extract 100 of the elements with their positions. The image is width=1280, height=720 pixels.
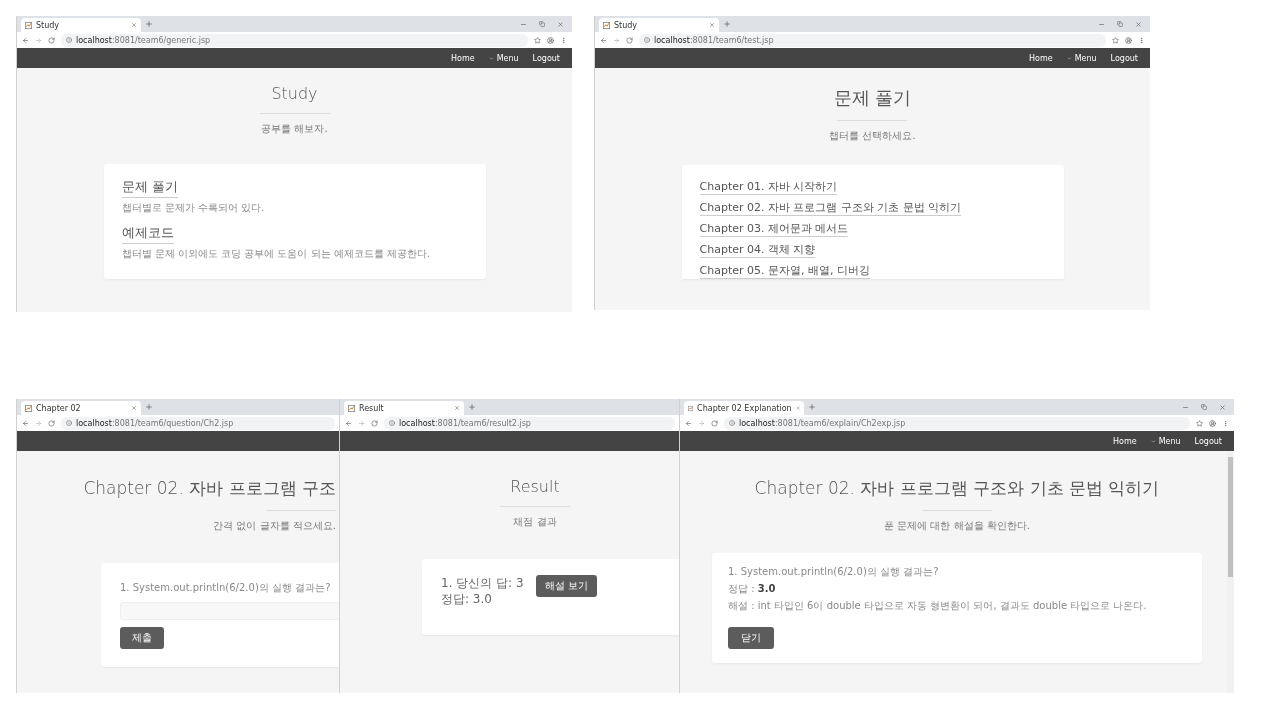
address-field[interactable]: localhost:8081/team6/question/Ch2.jsp [61, 416, 335, 430]
nav-link[interactable]: Logout [1110, 53, 1138, 63]
nav-link[interactable]: Home [451, 53, 475, 63]
forward-icon[interactable] [35, 36, 42, 44]
star-icon[interactable] [1196, 419, 1203, 427]
info-icon[interactable] [729, 420, 735, 426]
star-icon[interactable] [1112, 36, 1119, 44]
question-text: 1. System.out.println(6/2.0)의 실행 결과는? [728, 565, 940, 579]
info-icon[interactable] [389, 420, 395, 426]
browser-tab[interactable]: Study [21, 18, 141, 32]
page-subtitle: 간격 없이 글자를 적으세요. [213, 519, 336, 533]
info-icon[interactable] [644, 37, 650, 43]
page-heading: Chapter 02. 자바 프로그램 구조와 기초 문법 익히기 [754, 477, 1160, 500]
account-icon[interactable] [547, 36, 554, 44]
info-icon[interactable] [66, 420, 72, 426]
section-description: 챕터별로 문제가 수록되어 있다. [121, 201, 266, 215]
result-line: 정답: 3.0 [441, 591, 493, 607]
view-explanation-button[interactable]: 해설 보기 [535, 575, 597, 597]
chevron-icon [1150, 438, 1156, 444]
page-heading: 문제 풀기 [833, 86, 912, 110]
star-icon[interactable] [534, 36, 541, 44]
nav-link[interactable]: Menu [1150, 436, 1181, 446]
url-text: localhost:8081/team6/question/Ch2.jsp [76, 418, 234, 428]
back-icon[interactable] [685, 419, 692, 427]
question-text: 1. System.out.println(6/2.0)의 실행 결과는? [120, 581, 332, 595]
chapter-link[interactable]: Chapter 05. 문자열, 배열, 디버깅 [699, 263, 870, 279]
plus-icon[interactable] [468, 403, 476, 411]
reload-icon[interactable] [48, 36, 55, 44]
close-icon[interactable] [1219, 403, 1226, 411]
section-link[interactable]: 문제 풀기 [121, 178, 178, 198]
address-field[interactable]: localhost:8081/team6/explain/Ch2exp.jsp [724, 416, 1190, 430]
reload-icon[interactable] [711, 419, 718, 427]
nav-link[interactable]: Home [1113, 436, 1137, 446]
close-icon[interactable] [709, 22, 715, 28]
restore-icon[interactable] [539, 20, 545, 27]
favicon-icon [25, 404, 32, 412]
chapter-link[interactable]: Chapter 01. 자바 시작하기 [699, 179, 838, 195]
page-subtitle: 채점 결과 [513, 515, 557, 529]
page-subtitle: 공부를 해보자. [261, 122, 328, 136]
close-button[interactable]: 닫기 [728, 627, 774, 649]
explanation-text: 해설 : int 타입인 6이 double 타입으로 자동 형변환이 되어, 결과도 double 타입으로 나온다. [728, 599, 1148, 613]
address-field[interactable]: localhost:8081/team6/test.jsp [639, 33, 1106, 47]
nav-link[interactable]: Menu [488, 53, 519, 63]
favicon-icon [688, 404, 694, 412]
tab-title: Chapter 02 [36, 403, 82, 413]
browser-tab[interactable]: Result [344, 401, 464, 415]
reload-icon[interactable] [371, 419, 378, 427]
account-icon[interactable] [1125, 36, 1132, 44]
back-icon[interactable] [22, 419, 29, 427]
address-field[interactable]: localhost:8081/team6/result2.jsp [384, 416, 675, 430]
nav-label: Menu [1158, 436, 1181, 446]
scrollbar[interactable] [1227, 451, 1234, 693]
nav-link[interactable]: Logout [532, 53, 560, 63]
nav-link[interactable]: Logout [1194, 436, 1222, 446]
url-text: localhost:8081/team6/explain/Ch2exp.jsp [739, 418, 906, 428]
plus-icon[interactable] [145, 403, 153, 411]
close-icon[interactable] [131, 405, 137, 411]
section-link[interactable]: 예제코드 [121, 224, 174, 244]
answer-field[interactable] [120, 602, 340, 620]
browser-tab[interactable]: Study [599, 18, 719, 32]
result-line: 1. 당신의 답: 3 [441, 575, 524, 591]
url-text: localhost:8081/team6/test.jsp [654, 35, 774, 45]
close-icon[interactable] [557, 20, 564, 28]
tab-title: Chapter 02 Explanation [697, 403, 792, 413]
reload-icon[interactable] [626, 36, 633, 44]
favicon-icon [603, 21, 610, 29]
forward-icon[interactable] [35, 419, 42, 427]
restore-icon[interactable] [1117, 20, 1123, 27]
forward-icon[interactable] [613, 36, 620, 44]
chevron-icon [1066, 55, 1072, 61]
back-icon[interactable] [345, 419, 352, 427]
close-icon[interactable] [795, 405, 800, 411]
account-icon[interactable] [1209, 419, 1216, 427]
close-icon[interactable] [454, 405, 460, 411]
back-icon[interactable] [600, 36, 607, 44]
plus-icon[interactable] [145, 20, 153, 28]
correct-answer: 정답 : 3.0 [728, 582, 777, 596]
browser-tab[interactable]: Chapter 02 Explanation [684, 401, 804, 415]
reload-icon[interactable] [48, 419, 55, 427]
browser-tab[interactable]: Chapter 02 [21, 401, 141, 415]
address-field[interactable]: localhost:8081/team6/generic.jsp [61, 33, 528, 47]
back-icon[interactable] [22, 36, 29, 44]
nav-link[interactable]: Menu [1066, 53, 1097, 63]
forward-icon[interactable] [698, 419, 705, 427]
section-description: 챕터별 문제 이외에도 코딩 공부에 도움이 되는 예제코드를 제공한다. [121, 247, 432, 261]
chapter-link[interactable]: Chapter 04. 객체 지향 [699, 242, 816, 258]
nav-label: Menu [1074, 53, 1097, 63]
plus-icon[interactable] [723, 20, 731, 28]
chapter-link[interactable]: Chapter 02. 자바 프로그램 구조와 기초 문법 익히기 [699, 200, 962, 216]
tab-title: Result [359, 403, 385, 413]
submit-button[interactable]: 제출 [120, 627, 164, 649]
forward-icon[interactable] [358, 419, 365, 427]
nav-label: Menu [496, 53, 519, 63]
restore-icon[interactable] [1201, 403, 1207, 410]
info-icon[interactable] [66, 37, 72, 43]
close-icon[interactable] [1135, 20, 1142, 28]
plus-icon[interactable] [808, 403, 816, 411]
nav-link[interactable]: Home [1029, 53, 1053, 63]
close-icon[interactable] [131, 22, 137, 28]
chapter-link[interactable]: Chapter 03. 제어문과 메서드 [699, 221, 849, 237]
